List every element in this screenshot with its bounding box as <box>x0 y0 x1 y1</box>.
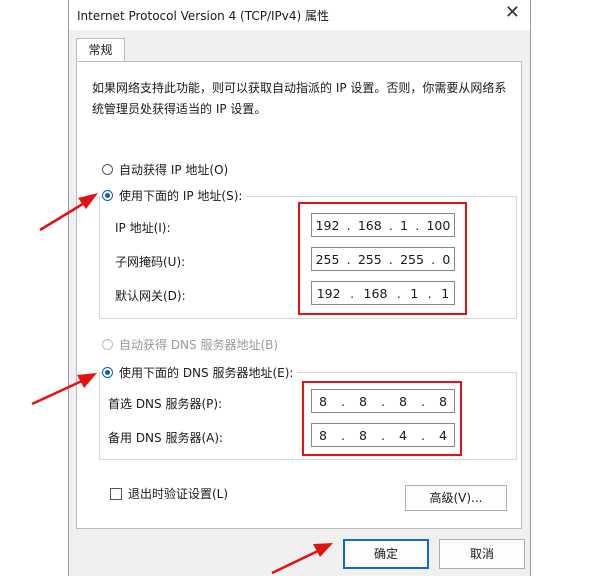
arrow-icon <box>271 543 333 575</box>
arrow-icon <box>31 373 97 406</box>
annotation-arrows <box>31 193 333 575</box>
arrow-icon <box>39 193 98 232</box>
